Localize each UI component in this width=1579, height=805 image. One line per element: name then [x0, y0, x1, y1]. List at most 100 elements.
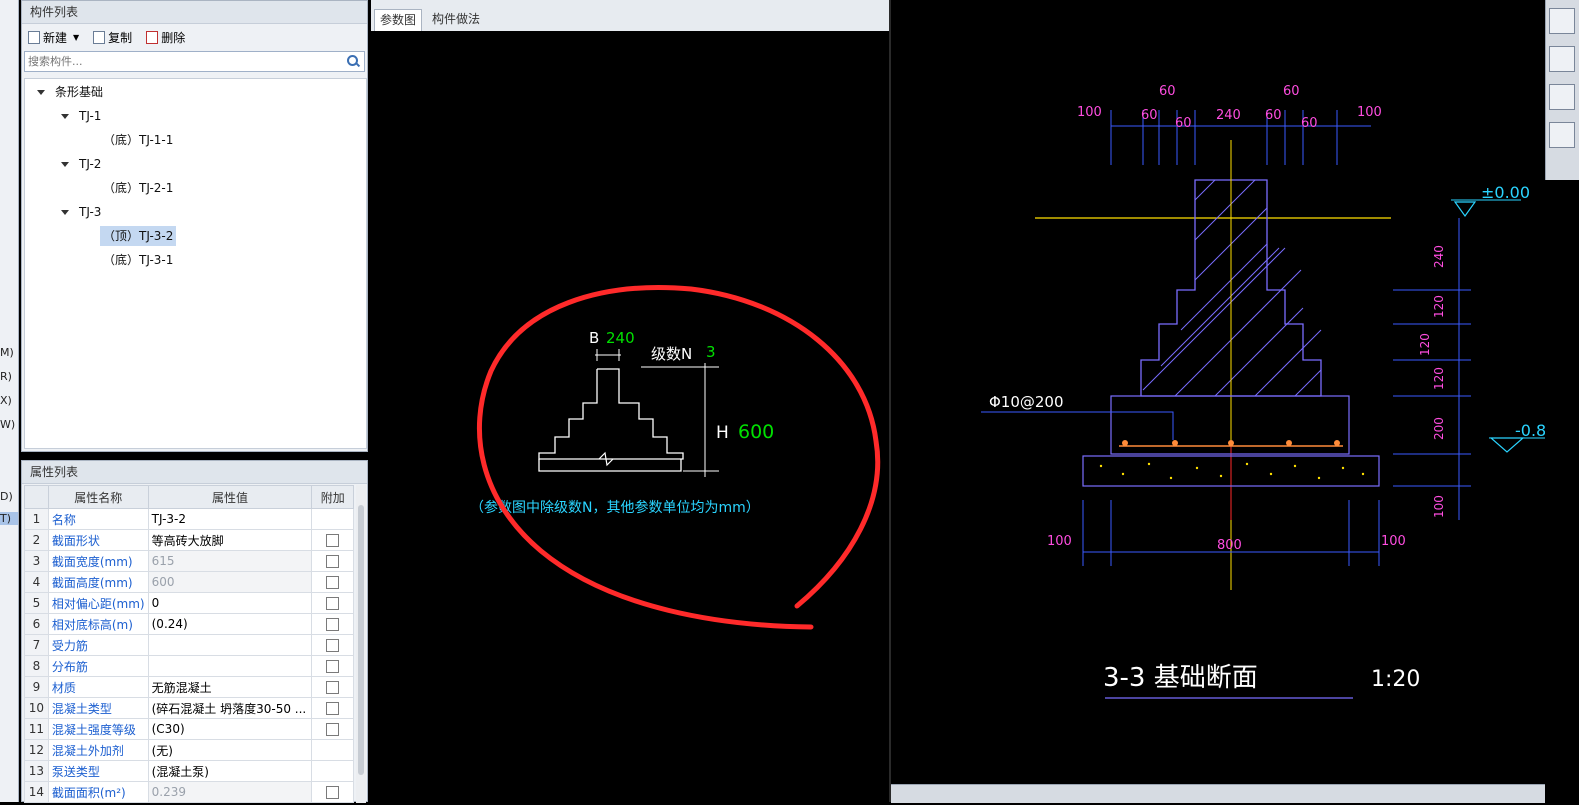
cube-icon[interactable] [1549, 84, 1575, 110]
rebar-dots [1122, 440, 1340, 446]
strip-label[interactable]: X) [0, 394, 18, 407]
table-row[interactable]: 3 截面宽度(mm) 615 [24, 550, 354, 572]
strip-label[interactable]: D) [0, 490, 18, 503]
dim-label: 60 [1159, 84, 1176, 99]
copy-button[interactable]: 复制 [93, 29, 132, 46]
attach-checkbox[interactable] [326, 660, 340, 673]
elevation-top: ±0.00 [1481, 183, 1530, 202]
table-row[interactable]: 14 截面面积(m²) 0.239 [24, 781, 354, 803]
delete-label: 删除 [161, 30, 186, 45]
dim-label: 120 [1432, 367, 1446, 390]
attach-cell [311, 634, 354, 656]
footing-base [538, 459, 682, 472]
tree-node[interactable]: TJ-2 [61, 154, 101, 174]
expand-arrow-icon[interactable] [37, 90, 45, 95]
table-row[interactable]: 7 受力筋 [24, 634, 354, 656]
attach-checkbox[interactable] [326, 576, 340, 589]
expand-arrow-icon[interactable] [61, 210, 69, 215]
rotate-icon[interactable] [1549, 122, 1575, 148]
component-tree: 条形基础 TJ-1 （底）TJ-1-1 TJ-2 （底）TJ-2-1 TJ-3 … [24, 78, 367, 449]
table-row[interactable]: 13 泵送类型 (混凝土泵) [24, 760, 354, 782]
tree-node-label: TJ-3 [79, 205, 102, 219]
row-number: 10 [24, 697, 49, 719]
expand-arrow-icon[interactable] [61, 162, 69, 167]
tree-node[interactable]: （底）TJ-1-1 [103, 130, 173, 150]
new-label: 新建 [43, 30, 68, 45]
cad-drawing: 60 60 100 60 60 240 60 60 100 Φ10@200 24… [981, 84, 1545, 699]
section-title: 3-3 基础断面 [1103, 663, 1258, 693]
delete-icon [146, 30, 159, 44]
table-row[interactable]: 1 名称 TJ-3-2 [24, 508, 354, 530]
property-name: 相对偏心距(mm) [47, 592, 149, 614]
scrollbar[interactable] [356, 485, 366, 803]
dim-label: 60 [1175, 116, 1192, 131]
tree-node[interactable]: 条形基础 [37, 82, 103, 102]
property-value[interactable]: (碎石混凝土 坍落度30-50 ... [147, 697, 313, 719]
dim-label: 800 [1217, 538, 1242, 553]
table-row[interactable]: 2 截面形状 等高砖大放脚 [24, 529, 354, 551]
search-icon[interactable] [347, 55, 358, 66]
property-value[interactable]: 0 [147, 592, 313, 614]
attach-cell [311, 529, 354, 551]
property-value[interactable]: (C30) [147, 718, 313, 740]
tree-node[interactable]: （底）TJ-2-1 [103, 178, 173, 198]
h-label: H [716, 423, 729, 443]
bottom-tab-strip [891, 784, 1545, 803]
cube-icon[interactable] [1549, 46, 1575, 72]
table-row[interactable]: 9 材质 无筋混凝土 [24, 676, 354, 698]
property-value[interactable]: (混凝土泵) [147, 760, 313, 782]
attach-checkbox[interactable] [326, 618, 340, 631]
table-row[interactable]: 6 相对底标高(m) (0.24) [24, 613, 354, 635]
tab-component-method[interactable]: 构件做法 [427, 9, 485, 30]
3d-view-icon[interactable] [1549, 8, 1575, 34]
attach-cell [311, 697, 354, 719]
strip-label[interactable]: T) [0, 512, 18, 525]
tree-node[interactable]: TJ-3 [61, 202, 101, 222]
strip-label[interactable]: W) [0, 418, 18, 431]
property-name: 截面面积(m²) [47, 781, 149, 803]
chevron-down-icon[interactable]: ▼ [73, 33, 79, 42]
table-row[interactable]: 10 混凝土类型 (碎石混凝土 坍落度30-50 ... [24, 697, 354, 719]
attach-cell [311, 550, 354, 572]
table-row[interactable]: 8 分布筋 [24, 655, 354, 677]
row-number: 4 [24, 571, 49, 593]
tree-node-selected[interactable]: （顶）TJ-3-2 [100, 226, 177, 246]
property-value[interactable]: 615 [147, 550, 313, 572]
rebar-label: Φ10@200 [989, 393, 1064, 411]
property-value[interactable]: 600 [147, 571, 313, 593]
attach-checkbox[interactable] [326, 597, 340, 610]
property-value[interactable]: 无筋混凝土 [147, 676, 313, 698]
property-value[interactable] [147, 655, 313, 677]
table-row[interactable]: 11 混凝土强度等级 (C30) [24, 718, 354, 740]
table-row[interactable]: 12 混凝土外加剂 (无) [24, 739, 354, 761]
attach-checkbox[interactable] [326, 639, 340, 652]
delete-button[interactable]: 删除 [146, 29, 185, 46]
property-value[interactable]: 0.239 [147, 781, 313, 803]
table-row[interactable]: 4 截面高度(mm) 600 [24, 571, 354, 593]
attach-checkbox[interactable] [326, 555, 340, 568]
attach-cell [311, 508, 354, 530]
attach-checkbox[interactable] [326, 723, 340, 736]
property-value[interactable]: 等高砖大放脚 [147, 529, 313, 551]
attach-cell [311, 760, 354, 782]
tab-parameter-diagram[interactable]: 参数图 [374, 9, 423, 31]
attach-checkbox[interactable] [326, 681, 340, 694]
property-value[interactable] [147, 634, 313, 656]
property-value[interactable]: (无) [147, 739, 313, 761]
expand-arrow-icon[interactable] [61, 114, 69, 119]
attach-checkbox[interactable] [326, 702, 340, 715]
attach-checkbox[interactable] [326, 534, 340, 547]
search-input[interactable] [25, 52, 330, 71]
strip-label[interactable]: R) [0, 370, 18, 383]
property-value[interactable]: TJ-3-2 [147, 508, 313, 530]
attach-checkbox[interactable] [326, 786, 340, 799]
new-button[interactable]: 新建 ▼ [28, 29, 79, 46]
scrollbar-thumb[interactable] [358, 505, 364, 775]
dim-label: 100 [1077, 105, 1102, 120]
tree-node[interactable]: TJ-1 [61, 106, 101, 126]
tree-node[interactable]: （底）TJ-3-1 [103, 250, 173, 270]
dim-label: 240 [1216, 108, 1241, 123]
property-value[interactable]: (0.24) [147, 613, 313, 635]
table-row[interactable]: 5 相对偏心距(mm) 0 [24, 592, 354, 614]
strip-label[interactable]: M) [0, 346, 18, 359]
